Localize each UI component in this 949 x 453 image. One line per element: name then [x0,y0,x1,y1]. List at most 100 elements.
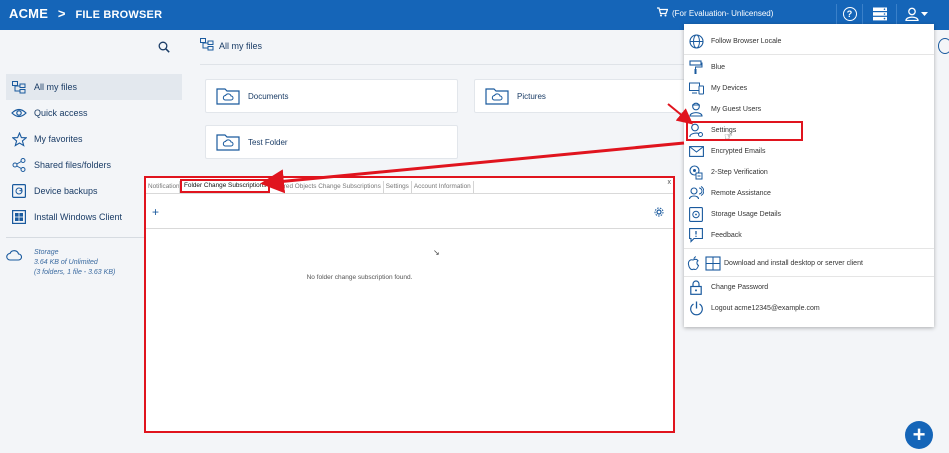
tab-notification[interactable]: Notification [146,181,180,193]
menu-item-my-guest-users[interactable]: My Guest Users [684,99,934,119]
devices-icon [688,80,704,96]
shared-folder-icon [216,88,240,105]
help-icon: ? [842,7,857,21]
tab-account-information[interactable]: Account Information [412,181,474,193]
empty-state-message: No folder change subscription found. [306,274,413,281]
menu-item-change-password[interactable]: Change Password [684,277,934,297]
star-icon [10,131,28,147]
mouse-cursor-icon: ↘ [433,248,440,257]
menu-item-label: 2-Step Verification [711,168,768,176]
apple-windows-icon [687,255,721,271]
storage-usage: 3.64 KB of Unlimited [34,259,98,266]
power-icon [688,300,704,316]
shared-folder-icon [485,88,509,105]
menu-item-theme-blue[interactable]: Blue [684,57,934,77]
add-fab-button[interactable]: + [905,421,933,449]
breadcrumb[interactable]: All my files [200,38,262,53]
sidebar-item-label: Install Windows Client [34,212,123,222]
user-menu-button[interactable] [896,4,936,24]
paint-roller-icon [688,59,704,75]
brand-name[interactable]: ACME [9,6,48,21]
menu-item-follow-browser-locale[interactable]: Follow Browser Locale [684,31,934,51]
folder-tree-icon [10,79,28,95]
settings-highlight-box [686,121,803,141]
sidebar-item-all-my-files[interactable]: All my files [6,74,182,100]
folder-card-pictures[interactable]: Pictures [474,79,686,113]
sidebar-item-label: All my files [34,82,78,92]
sidebar-item-label: Quick access [34,108,88,118]
folder-name: Documents [248,91,289,101]
folder-tree-icon [200,38,214,53]
menu-item-label: Download and install desktop or server c… [724,259,863,267]
menu-item-download-client[interactable]: Download and install desktop or server c… [684,253,934,273]
menu-item-label: Remote Assistance [711,189,771,197]
search-icon[interactable] [158,41,170,53]
remote-assistance-icon [688,185,704,201]
lock-icon [688,279,704,295]
menu-item-feedback[interactable]: Feedback [684,225,934,245]
tab-folder-change-subscriptions[interactable]: Folder Change Subscriptions [180,179,271,193]
plus-icon: + [912,422,926,447]
menu-item-label: Feedback [711,231,742,239]
shared-folder-icon [216,134,240,151]
folder-name: Test Folder [248,137,288,147]
breadcrumb-divider [200,64,684,65]
menu-item-label: My Guest Users [711,105,762,113]
sidebar-item-label: My favorites [34,134,83,144]
menu-divider [684,248,934,249]
eye-icon [10,105,28,121]
folder-card-test-folder[interactable]: Test Folder [205,125,458,159]
menu-item-2-step-verification[interactable]: 2-Step Verification [684,162,934,182]
server-button[interactable] [862,4,896,24]
close-icon[interactable]: x [668,179,672,186]
gear-icon[interactable] [654,207,664,217]
sidebar-item-quick-access[interactable]: Quick access [6,100,182,126]
add-subscription-button[interactable]: + [152,205,159,219]
menu-item-encrypted-emails[interactable]: Encrypted Emails [684,141,934,161]
menu-item-label: Encrypted Emails [711,147,766,155]
windows-icon [10,209,28,225]
menu-item-logout[interactable]: Logout acme12345@example.com [684,298,934,318]
tab-settings[interactable]: Settings [384,181,412,193]
menu-item-label: Logout acme12345@example.com [711,304,820,312]
verification-icon [688,164,704,180]
sidebar-item-label: Device backups [34,186,98,196]
brand-breadcrumb: ACME > FILE BROWSER [9,6,162,21]
evaluation-notice[interactable]: (For Evaluation- Unlicensed) [657,7,773,20]
folder-card-documents[interactable]: Documents [205,79,458,113]
globe-icon [688,33,704,49]
info-icon[interactable] [938,38,949,54]
feedback-icon [688,227,704,243]
envelope-icon [688,143,704,159]
menu-item-label: My Devices [711,84,748,92]
menu-item-my-devices[interactable]: My Devices [684,78,934,98]
folder-name: Pictures [517,91,546,101]
menu-item-label: Follow Browser Locale [711,37,782,45]
menu-item-remote-assistance[interactable]: Remote Assistance [684,183,934,203]
cart-icon [657,7,669,20]
help-button[interactable]: ? [836,4,862,24]
guest-user-icon [688,101,704,117]
menu-item-storage-usage-details[interactable]: Storage Usage Details [684,204,934,224]
settings-tabs: Notification Folder Change Subscriptions… [146,178,673,194]
section-title: FILE BROWSER [75,9,163,21]
storage-icon [688,206,704,222]
backup-icon [10,183,28,199]
menu-divider [684,54,934,55]
storage-title: Storage [34,249,59,256]
settings-toolbar: + [146,195,673,229]
menu-item-label: Blue [711,63,726,71]
user-icon [904,7,928,21]
sidebar-item-shared-files[interactable]: Shared files/folders [6,152,182,178]
share-icon [10,157,28,173]
settings-panel: Notification Folder Change Subscriptions… [144,176,675,433]
user-dropdown-menu: Follow Browser Locale Blue My Devices My… [684,24,934,327]
brand-separator: > [57,6,66,21]
tab-shared-objects-change-subscriptions[interactable]: Shared Objects Change Subscriptions [270,181,384,193]
breadcrumb-label: All my files [219,40,263,51]
sidebar-item-my-favorites[interactable]: My favorites [6,126,182,152]
cloud-icon [6,248,24,278]
menu-item-label: Storage Usage Details [711,210,782,218]
evaluation-text: (For Evaluation- Unlicensed) [672,9,774,18]
sidebar-item-label: Shared files/folders [34,160,112,170]
